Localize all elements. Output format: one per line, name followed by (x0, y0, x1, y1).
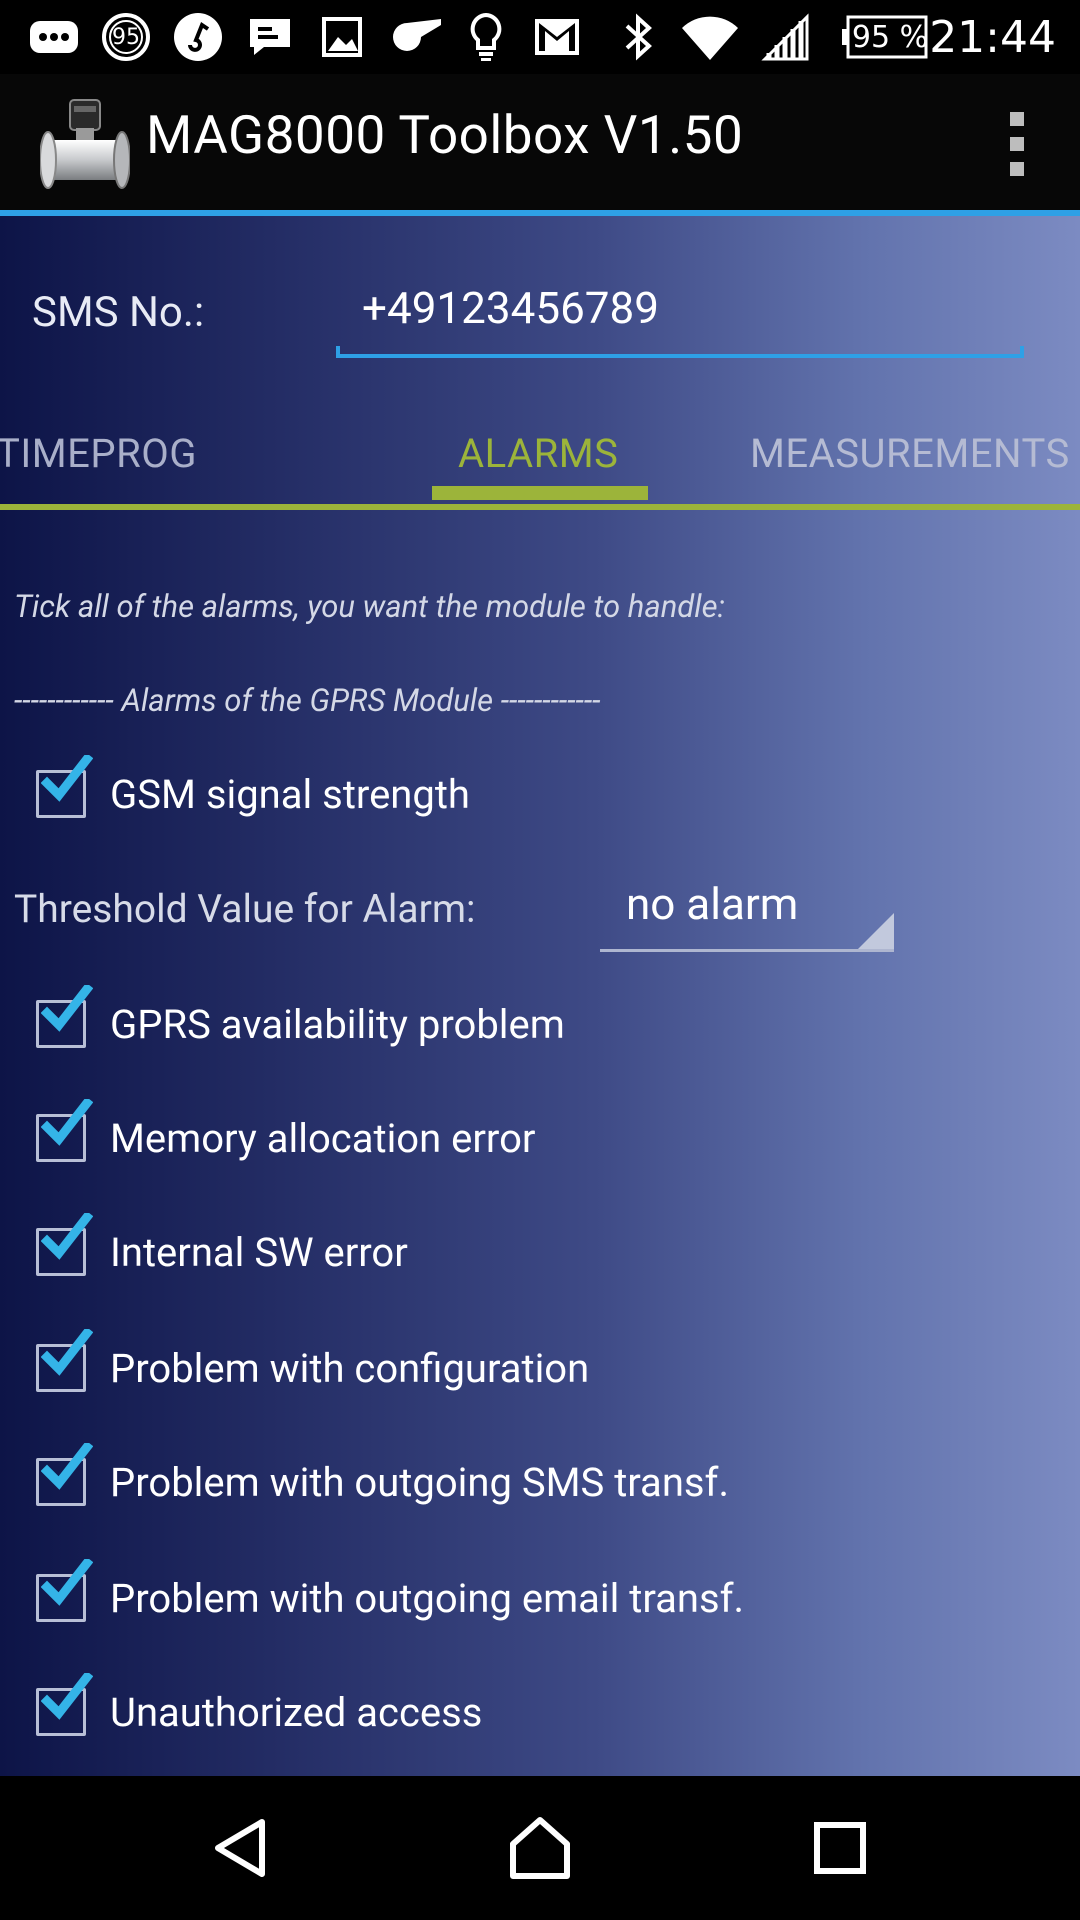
alarm-checkbox-outgoing-sms[interactable]: Problem with outgoing SMS transf. (36, 1443, 730, 1512)
recents-button[interactable] (804, 1812, 876, 1884)
alarm-label: GSM signal strength (110, 770, 470, 818)
tab-strip: TIMEPROG ALARMS MEASUREMENTS (0, 400, 1080, 510)
sms-number-input[interactable]: +49123456789 (362, 282, 659, 334)
sms-number-label: SMS No.: (32, 288, 205, 337)
home-icon (510, 1817, 570, 1879)
alarm-checkbox-memory-allocation[interactable]: Memory allocation error (36, 1099, 536, 1168)
badge-95-text: 95 (112, 24, 140, 50)
status-bar: 95 95 % 21:44 (0, 0, 1080, 74)
checkbox-checked-icon (36, 1329, 93, 1392)
dropdown-corner-icon (858, 913, 894, 949)
wifi-icon (678, 10, 742, 64)
checkbox-checked-icon (36, 1099, 93, 1162)
app-logo-icon (39, 96, 131, 192)
alarm-checkbox-unauthorized-access[interactable]: Unauthorized access (36, 1673, 483, 1742)
cell-signal-icon (760, 10, 810, 64)
badge-95-icon: 95 (98, 10, 154, 64)
alarm-label: Unauthorized access (110, 1688, 483, 1736)
threshold-value: no alarm (626, 878, 799, 930)
overflow-menu-button[interactable] (1004, 112, 1030, 176)
tab-selected-indicator (432, 486, 648, 500)
home-button[interactable] (504, 1812, 576, 1884)
section-heading: ------------ Alarms of the GPRS Module -… (14, 682, 601, 719)
checkbox-checked-icon (36, 1213, 93, 1276)
alarm-checkbox-gsm-signal[interactable]: GSM signal strength (36, 755, 470, 824)
image-icon (316, 10, 368, 64)
screen: 95 95 % 21:44 MAG8000 Toolbox V1.50 SMS … (0, 0, 1080, 1920)
checkbox-checked-icon (36, 1673, 93, 1736)
recents-icon (814, 1822, 866, 1874)
tab-alarms[interactable]: ALARMS (458, 430, 618, 477)
alarm-label: Problem with outgoing SMS transf. (110, 1458, 730, 1506)
whistle-icon (386, 10, 446, 64)
back-button[interactable] (204, 1812, 276, 1884)
alarm-checkbox-internal-sw[interactable]: Internal SW error (36, 1213, 408, 1282)
alarm-label: Internal SW error (110, 1228, 408, 1276)
overflow-dot (1010, 162, 1024, 176)
threshold-dropdown[interactable]: no alarm (600, 864, 894, 952)
battery-icon: 95 % (842, 10, 930, 64)
app-title: MAG8000 Toolbox V1.50 (146, 104, 744, 166)
action-bar: MAG8000 Toolbox V1.50 (0, 74, 1080, 212)
alarm-checkbox-gprs-availability[interactable]: GPRS availability problem (36, 985, 565, 1054)
lightbulb-icon (464, 10, 508, 64)
overflow-dot (1010, 112, 1024, 126)
alarm-label: Problem with configuration (110, 1344, 590, 1392)
battery-percent: 95 % (851, 19, 929, 55)
status-time: 21:44 (929, 11, 1056, 63)
tab-measurements[interactable]: MEASUREMENTS (750, 430, 1070, 477)
alarm-label: GPRS availability problem (110, 1000, 565, 1048)
alarm-checkbox-configuration[interactable]: Problem with configuration (36, 1329, 590, 1398)
music-icon (170, 10, 226, 64)
tab-strip-divider (0, 504, 1080, 510)
tab-timeprog[interactable]: TIMEPROG (0, 430, 197, 477)
bluetooth-icon (618, 10, 658, 64)
checkbox-checked-icon (36, 1443, 93, 1506)
main-content: SMS No.: +49123456789 TIMEPROG ALARMS ME… (0, 216, 1080, 1776)
checkbox-checked-icon (36, 755, 93, 818)
message-icon (244, 10, 296, 64)
alarm-checkbox-outgoing-email[interactable]: Problem with outgoing email transf. (36, 1559, 745, 1628)
navigation-bar (0, 1776, 1080, 1920)
more-notifications-icon (26, 10, 82, 64)
alarm-label: Problem with outgoing email transf. (110, 1574, 745, 1622)
threshold-label: Threshold Value for Alarm: (14, 886, 476, 932)
overflow-dot (1010, 137, 1024, 151)
back-icon (215, 1819, 265, 1877)
gmail-icon (530, 10, 584, 64)
checkbox-checked-icon (36, 985, 93, 1048)
alarm-label: Memory allocation error (110, 1114, 536, 1162)
instruction-text: Tick all of the alarms, you want the mod… (14, 588, 725, 625)
sms-number-underline (336, 346, 1024, 358)
checkbox-checked-icon (36, 1559, 93, 1622)
